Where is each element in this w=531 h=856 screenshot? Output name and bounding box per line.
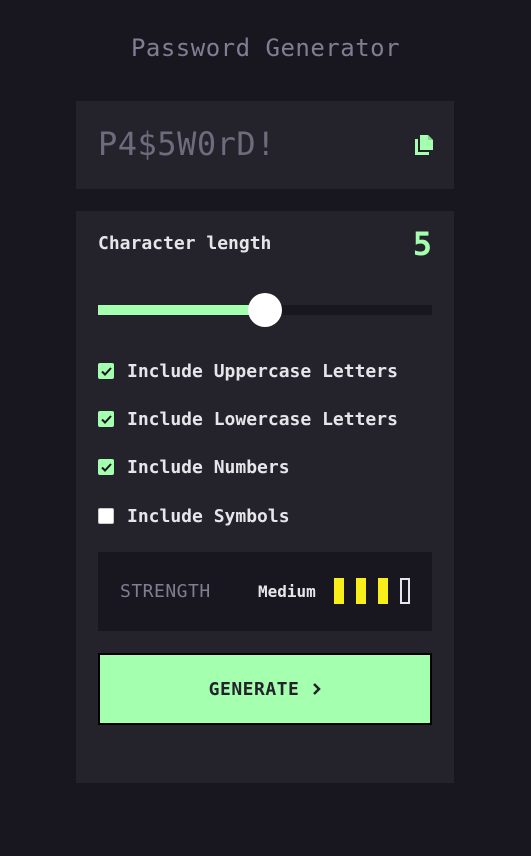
length-slider[interactable]: [98, 293, 432, 327]
option-uppercase[interactable]: Include Uppercase Letters: [98, 360, 398, 382]
password-output: P4$5W0rD!: [76, 101, 454, 189]
strength-level: Medium: [258, 582, 316, 601]
length-slider-fill: [98, 305, 265, 315]
length-slider-thumb[interactable]: [248, 293, 282, 327]
character-length-value: 5: [412, 225, 432, 263]
strength-panel: STRENGTH Medium: [98, 552, 432, 631]
strength-bar: [400, 578, 410, 604]
copy-icon[interactable]: [415, 135, 433, 155]
option-symbols[interactable]: Include Symbols: [98, 505, 290, 527]
settings-card: Character length 5 Include Uppercase Let…: [76, 211, 454, 783]
option-label: Include Numbers: [127, 456, 290, 478]
generate-button[interactable]: GENERATE: [98, 653, 432, 725]
check-icon: [100, 462, 112, 472]
option-label: Include Lowercase Letters: [127, 408, 398, 430]
character-length-label: Character length: [98, 233, 272, 254]
generate-label: GENERATE: [208, 678, 300, 700]
lowercase-checkbox[interactable]: [98, 411, 114, 427]
password-text: P4$5W0rD!: [98, 125, 276, 163]
strength-label: STRENGTH: [120, 581, 211, 602]
option-label: Include Uppercase Letters: [127, 360, 398, 382]
chevron-right-icon: [313, 680, 322, 699]
symbols-checkbox[interactable]: [98, 508, 114, 524]
uppercase-checkbox[interactable]: [98, 363, 114, 379]
strength-bar: [356, 578, 366, 604]
strength-bar: [378, 578, 388, 604]
option-label: Include Symbols: [127, 505, 290, 527]
check-icon: [100, 366, 112, 376]
check-icon: [100, 414, 112, 424]
page-title: Password Generator: [130, 34, 401, 62]
numbers-checkbox[interactable]: [98, 459, 114, 475]
strength-bar: [334, 578, 344, 604]
option-numbers[interactable]: Include Numbers: [98, 456, 290, 478]
option-lowercase[interactable]: Include Lowercase Letters: [98, 408, 398, 430]
